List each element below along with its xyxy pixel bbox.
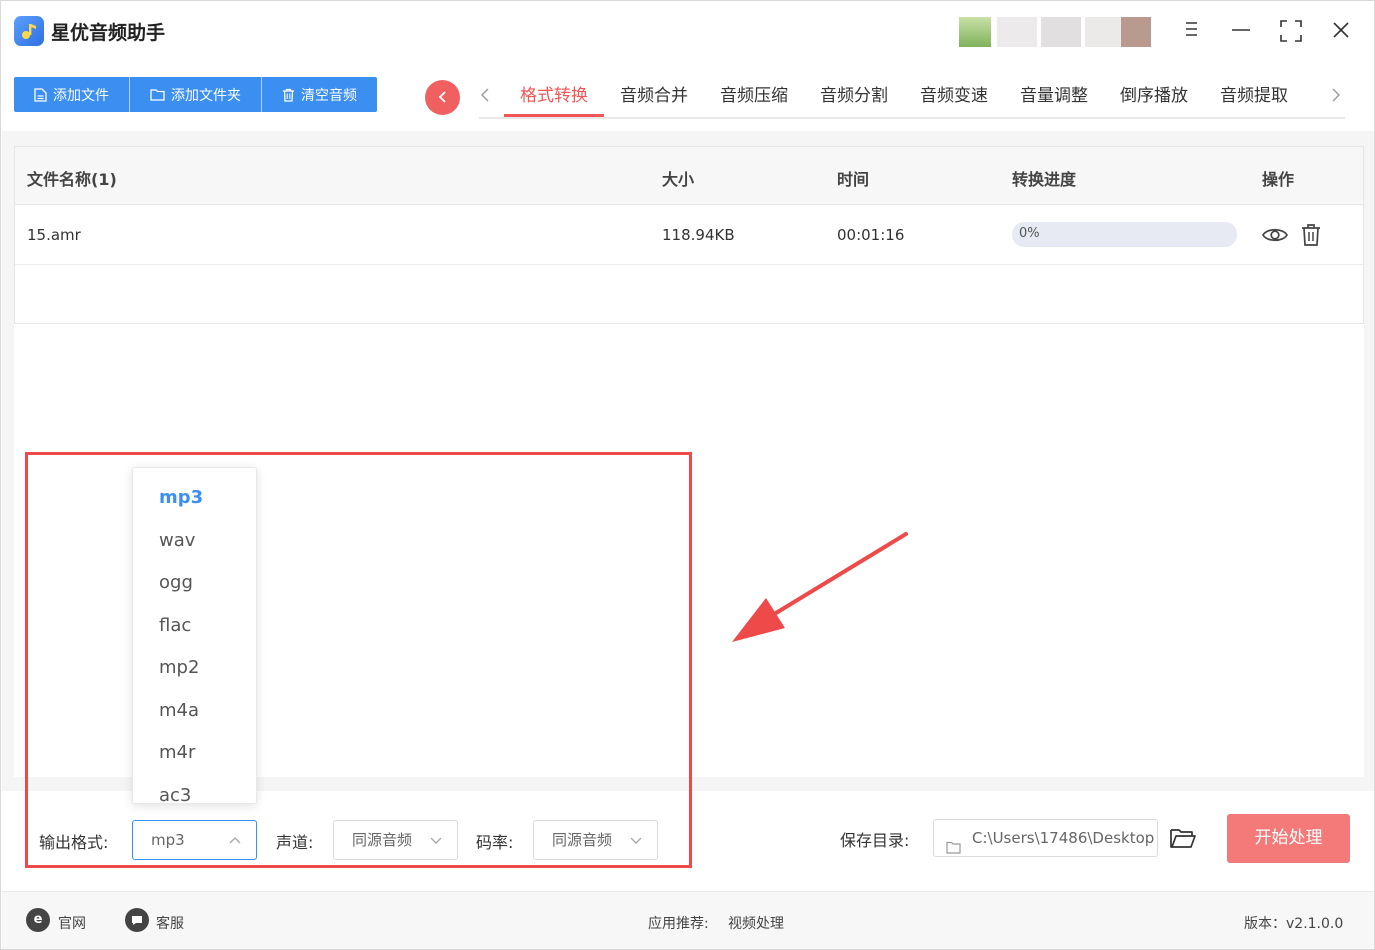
conversion-progress-bar: 0% <box>1012 222 1237 247</box>
recommend-label: 应用推荐: <box>648 916 709 932</box>
app-title: 星优音频助手 <box>51 22 166 44</box>
file-icon <box>34 87 47 102</box>
clear-audio-button[interactable]: 清空音频 <box>262 77 377 112</box>
table-header: 文件名称(1) 大小 时间 转换进度 操作 <box>15 147 1363 205</box>
file-size-cell: 118.94KB <box>662 226 735 244</box>
preview-eye-icon[interactable] <box>1261 223 1289 251</box>
delete-trash-icon[interactable] <box>1300 223 1322 251</box>
save-dir-input[interactable]: C:\Users\17486\Desktop <box>933 819 1158 857</box>
progress-label: 0% <box>1019 226 1040 241</box>
folder-icon <box>150 89 165 101</box>
version-text: 版本：v2.1.0.0 <box>1244 916 1344 932</box>
tab-audio-split[interactable]: 音频分割 <box>804 83 904 117</box>
user-account-blurred[interactable] <box>959 17 1155 47</box>
header-progress: 转换进度 <box>1012 170 1077 189</box>
folder-outline-icon <box>946 831 961 856</box>
function-tabs: 格式转换 音频合并 音频压缩 音频分割 音频变速 音量调整 倒序播放 音频提取 <box>504 83 1304 117</box>
support-link[interactable]: 客服 <box>156 913 184 933</box>
app-window: 星优音频助手 添加文件 添加文件夹 清空音频 格式转换 音频合并 音频压缩 音频… <box>0 0 1375 950</box>
minimize-icon[interactable] <box>1228 19 1254 45</box>
tab-audio-merge[interactable]: 音频合并 <box>604 83 704 117</box>
close-icon[interactable] <box>1328 19 1354 45</box>
file-table: 文件名称(1) 大小 时间 转换进度 操作 15.amr 118.94KB 00… <box>14 146 1364 324</box>
recommend-video-link[interactable]: 视频处理 <box>728 913 784 933</box>
app-logo-icon <box>14 16 44 46</box>
tab-reverse-play[interactable]: 倒序播放 <box>1104 83 1204 117</box>
tab-audio-extract[interactable]: 音频提取 <box>1204 83 1304 117</box>
header-operations: 操作 <box>1262 170 1295 189</box>
footer-bar: e 官网 客服 应用推荐: 视频处理 版本：v2.1.0.0 <box>2 891 1374 949</box>
website-e-icon[interactable]: e <box>26 908 50 932</box>
add-file-button[interactable]: 添加文件 <box>14 77 130 112</box>
trash-icon <box>283 88 294 102</box>
save-dir-label: 保存目录: <box>840 831 910 850</box>
tabs-scroll-left-icon[interactable] <box>479 85 491 110</box>
clear-audio-label: 清空音频 <box>301 87 357 104</box>
tab-audio-speed[interactable]: 音频变速 <box>904 83 1004 117</box>
annotation-highlight-box <box>25 452 692 868</box>
chevron-left-icon <box>438 91 446 103</box>
title-bar: 星优音频助手 <box>1 1 1374 61</box>
add-file-label: 添加文件 <box>53 87 109 104</box>
menu-icon[interactable] <box>1178 19 1204 45</box>
file-time-cell: 00:01:16 <box>837 226 905 244</box>
tab-volume-adjust[interactable]: 音量调整 <box>1004 83 1104 117</box>
chat-bubble-icon[interactable] <box>125 908 149 932</box>
header-time: 时间 <box>837 170 870 189</box>
save-dir-value: C:\Users\17486\Desktop <box>972 829 1155 847</box>
header-file-name: 文件名称(1) <box>27 170 117 189</box>
maximize-icon[interactable] <box>1278 19 1304 45</box>
add-folder-button[interactable]: 添加文件夹 <box>130 77 262 112</box>
add-folder-label: 添加文件夹 <box>171 87 241 104</box>
tabs-divider <box>479 117 1345 119</box>
header-size: 大小 <box>662 170 695 189</box>
file-toolbar: 添加文件 添加文件夹 清空音频 <box>14 77 377 112</box>
table-row[interactable]: 15.amr 118.94KB 00:01:16 0% <box>15 205 1363 265</box>
tab-audio-compress[interactable]: 音频压缩 <box>704 83 804 117</box>
back-button[interactable] <box>425 80 460 115</box>
start-processing-button[interactable]: 开始处理 <box>1227 814 1350 863</box>
tabs-scroll-right-icon[interactable] <box>1330 85 1342 110</box>
tab-format-convert[interactable]: 格式转换 <box>504 83 604 117</box>
file-name-cell: 15.amr <box>27 226 81 244</box>
browse-folder-icon[interactable] <box>1169 826 1197 854</box>
website-link[interactable]: 官网 <box>58 913 86 933</box>
